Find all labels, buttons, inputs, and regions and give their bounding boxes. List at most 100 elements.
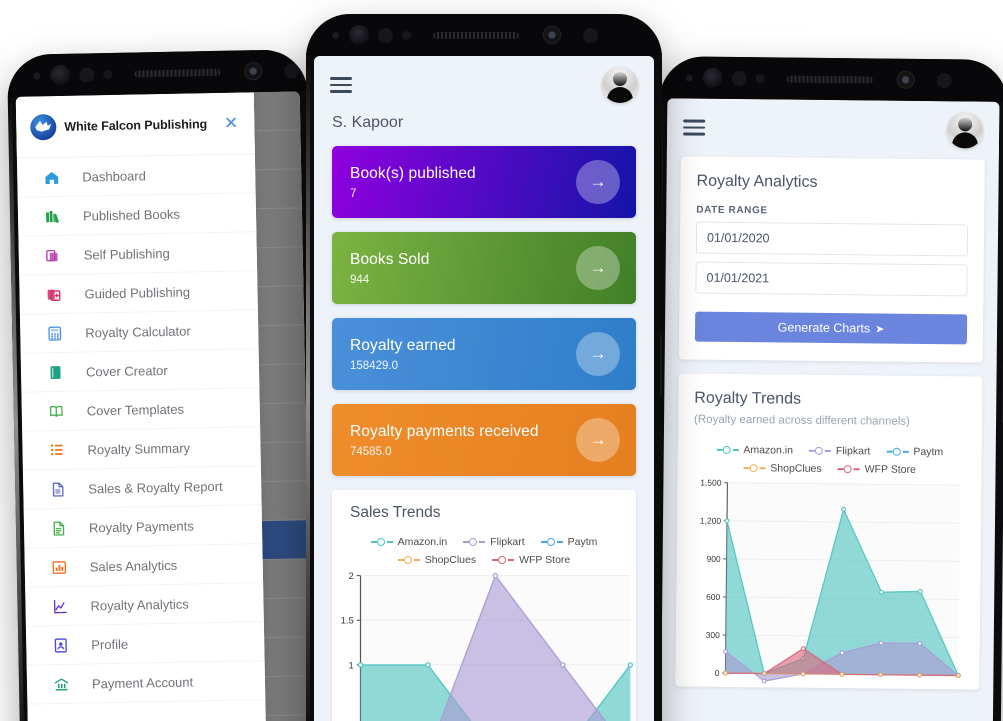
legend-label: WFP Store [864, 463, 916, 476]
sidebar-item-royalty-analytics[interactable]: Royalty Analytics [25, 583, 264, 627]
secondary-camera-icon [244, 62, 263, 81]
stat-card-book-s-published[interactable]: Book(s) published 7 → [332, 146, 636, 218]
falcon-logo-icon [30, 113, 57, 141]
y-axis-tick-label: 600 [706, 592, 721, 602]
legend-label: Paytm [567, 536, 598, 548]
home-icon [43, 168, 60, 185]
y-axis-tick-label: 2 [349, 571, 354, 582]
content-row [257, 286, 305, 327]
document-icon [50, 519, 67, 536]
legend-item-flipkart[interactable]: Flipkart [808, 445, 871, 458]
arrow-right-icon[interactable]: → [576, 246, 620, 290]
books-icon [44, 207, 61, 224]
proximity-sensor-icon [685, 73, 693, 82]
sidebar-item-label: Sales & Royalty Report [88, 478, 223, 496]
phone-top-bezel-right [659, 56, 1003, 102]
sidebar-item-payment-account[interactable]: Payment Account [26, 661, 266, 705]
iris-scanner-icon [79, 66, 95, 83]
sidebar-item-published-books[interactable]: Published Books [17, 193, 257, 237]
royalty-trends-title: Royalty Trends [694, 389, 802, 408]
front-camera-icon [349, 25, 369, 45]
legend-label: Flipkart [835, 445, 871, 458]
led-indicator-icon [583, 27, 598, 43]
legend-label: Paytm [913, 445, 944, 459]
legend-item-wfp-store[interactable]: WFP Store [492, 554, 570, 566]
legend-label: WFP Store [519, 554, 571, 566]
legend-item-shopclues[interactable]: ShopClues [397, 554, 476, 566]
sales-trends-title: Sales Trends [350, 504, 441, 521]
arrow-right-icon[interactable]: → [576, 418, 620, 462]
legend-item-wfp-store[interactable]: WFP Store [837, 463, 916, 476]
sidebar-item-royalty-summary[interactable]: Royalty Summary [22, 427, 261, 471]
legend-item-paytm[interactable]: Paytm [540, 536, 598, 548]
sidebar-item-cover-creator[interactable]: Cover Creator [20, 349, 260, 393]
sidebar-item-sales-royalty-report[interactable]: Sales & Royalty Report [22, 466, 262, 510]
sidebar-item-royalty-calculator[interactable]: Royalty Calculator [19, 310, 259, 354]
sidebar-item-guided-publishing[interactable]: Guided Publishing [19, 271, 258, 315]
sidebar-item-label: Royalty Summary [87, 440, 191, 457]
calculator-icon [46, 324, 63, 341]
phone-device-center: S. Kapoor Book(s) published 7 → Books Sold 9… [306, 14, 662, 721]
sidebar-item-sales-analytics[interactable]: Sales Analytics [24, 544, 264, 588]
content-row [263, 598, 311, 639]
sidebar-item-self-publishing[interactable]: Self Publishing [18, 232, 258, 276]
user-avatar-icon[interactable] [946, 112, 984, 149]
date-from-input[interactable] [695, 221, 969, 257]
volume-up-button[interactable] [8, 244, 14, 291]
legend-item-flipkart[interactable]: Flipkart [463, 536, 525, 548]
legend-label: Flipkart [490, 536, 525, 548]
content-row [264, 676, 312, 717]
sidebar-item-label: Payment Account [91, 673, 194, 691]
y-axis-tick-label: 1,500 [700, 478, 722, 488]
legend-item-shopclues[interactable]: ShopClues [743, 462, 822, 475]
sidebar-item-royalty-payments[interactable]: Royalty Payments [23, 505, 263, 549]
royalty-trends-panel: Royalty Trends (Royalty earned across di… [675, 373, 983, 690]
sidebar-item-label: Published Books [82, 206, 180, 224]
profile-card-icon [52, 636, 69, 653]
content-row [260, 442, 308, 483]
sidebar-item-label: Cover Creator [85, 362, 168, 379]
legend-marker-icon [886, 447, 909, 457]
sidebar-item-dashboard[interactable]: Dashboard [16, 154, 256, 198]
royalty-trends-subtitle: (Royalty earned across different channel… [694, 413, 910, 428]
content-row [254, 130, 302, 171]
arrow-right-icon[interactable]: → [576, 160, 620, 204]
light-sensor-icon [755, 73, 765, 83]
stat-card-royalty-earned[interactable]: Royalty earned 158429.0 → [332, 318, 636, 390]
y-axis-tick-label: 0 [715, 668, 720, 678]
sidebar-item-label: Royalty Payments [88, 517, 194, 535]
phone-top-bezel-left [6, 49, 308, 97]
hamburger-icon[interactable] [330, 73, 352, 96]
volume-down-button[interactable] [306, 284, 308, 330]
volume-up-button[interactable] [306, 224, 308, 270]
arrow-right-icon[interactable]: → [576, 332, 620, 376]
phone-device-left: White Falcon Publishing ✕ Dashboard Publi… [6, 49, 322, 721]
page-title: Royalty Analytics [696, 172, 818, 191]
user-name: S. Kapoor [314, 114, 654, 146]
volume-down-button[interactable] [9, 304, 15, 351]
hamburger-icon[interactable] [683, 116, 706, 139]
content-row [264, 637, 311, 678]
stat-card-royalty-payments-received[interactable]: Royalty payments received 74585.0 → [332, 404, 636, 476]
sidebar-item-profile[interactable]: Profile [25, 622, 265, 666]
sidebar-item-label: Sales Analytics [89, 557, 178, 574]
stat-card-books-sold[interactable]: Books Sold 944 → [332, 232, 636, 304]
user-avatar-icon[interactable] [602, 67, 638, 103]
close-icon[interactable]: ✕ [218, 112, 245, 134]
legend-item-amazon-in[interactable]: Amazon.in [716, 444, 793, 457]
date-to-input[interactable] [695, 261, 968, 297]
power-button[interactable] [660, 334, 662, 398]
sidebar-item-cover-templates[interactable]: Cover Templates [21, 388, 261, 432]
stat-card-list: Book(s) published 7 → Books Sold 944 → Royalty… [314, 146, 654, 476]
legend-item-amazon-in[interactable]: Amazon.in [370, 536, 447, 548]
navigation-drawer: White Falcon Publishing ✕ Dashboard Publi… [15, 92, 267, 721]
y-axis-tick-label: 1 [349, 660, 354, 671]
legend-item-paytm[interactable]: Paytm [886, 445, 944, 459]
open-book-icon [48, 402, 65, 419]
content-row [255, 169, 302, 210]
generate-charts-button[interactable]: Generate Charts ➤ [694, 311, 968, 345]
content-row [261, 481, 308, 522]
legend-marker-icon [370, 537, 393, 547]
phone-screen-center: S. Kapoor Book(s) published 7 → Books Sold 9… [314, 56, 654, 721]
legend-marker-icon [492, 555, 515, 565]
